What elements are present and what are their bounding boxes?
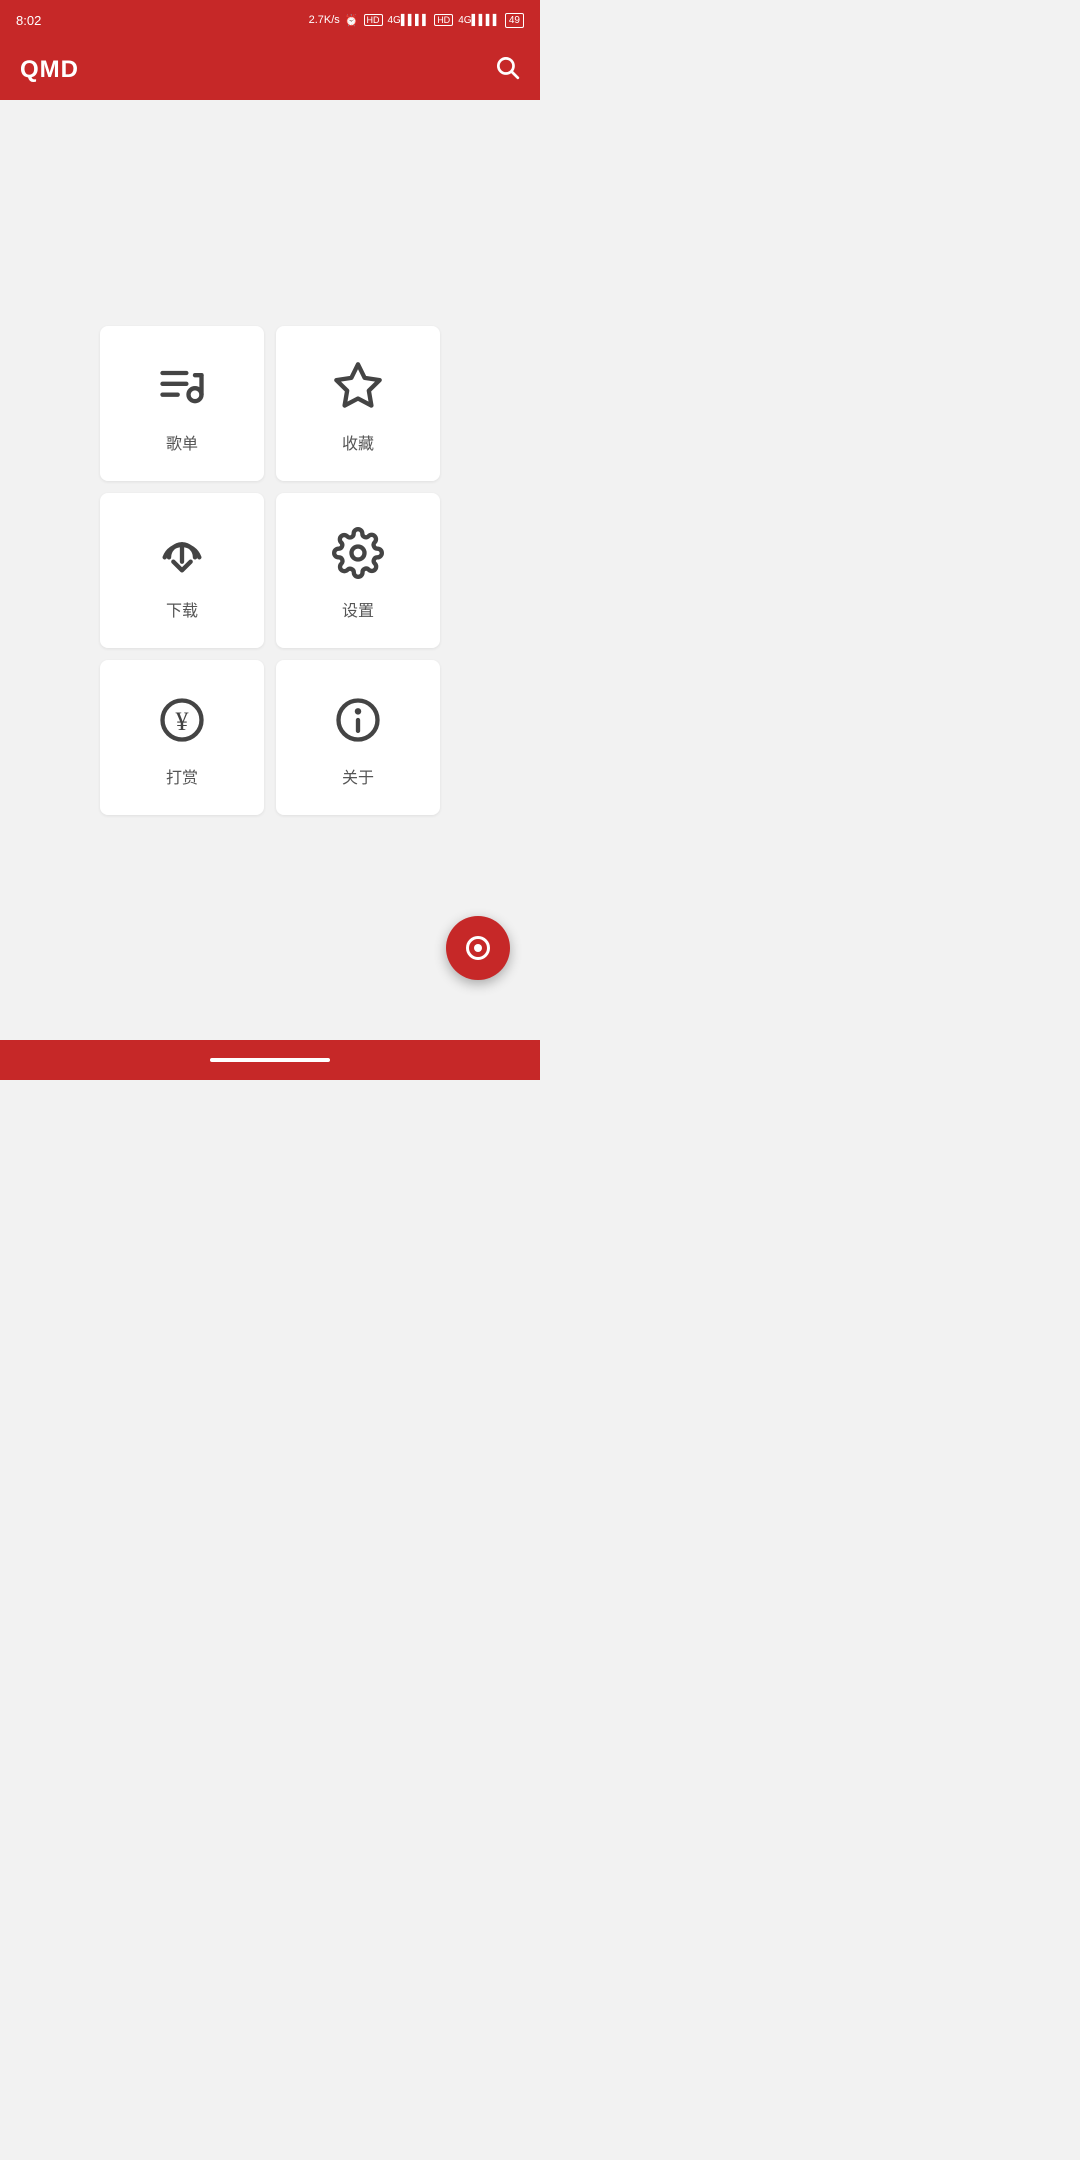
status-speed: 2.7K/s — [309, 14, 340, 26]
grid-item-download[interactable]: 下载 — [100, 493, 264, 648]
grid-item-about[interactable]: 关于 — [276, 660, 440, 815]
grid-item-settings[interactable]: 设置 — [276, 493, 440, 648]
yen-icon: ¥ — [154, 692, 210, 748]
settings-label: 设置 — [342, 597, 374, 621]
battery-indicator: 49 — [505, 13, 524, 28]
star-icon — [330, 358, 386, 414]
hd-badge-2: HD — [434, 14, 453, 26]
download-label: 下载 — [166, 597, 198, 621]
favorites-label: 收藏 — [342, 430, 374, 454]
search-button[interactable] — [494, 54, 520, 87]
status-bar: 8:02 2.7K/s ⏰ HD 4G▌▌▌▌ HD 4G▌▌▌▌ 49 — [0, 0, 540, 40]
grid-item-playlist[interactable]: 歌单 — [100, 326, 264, 481]
svg-text:¥: ¥ — [176, 707, 189, 736]
playlist-label: 歌单 — [166, 430, 198, 454]
signal-4g-1: 4G▌▌▌▌ — [388, 15, 430, 26]
fab-play-button[interactable] — [446, 916, 510, 980]
bottom-navigation-bar — [0, 1040, 540, 1080]
menu-grid: 歌单 收藏 — [100, 326, 440, 815]
tip-label: 打赏 — [166, 764, 198, 788]
grid-item-tip[interactable]: ¥ 打赏 — [100, 660, 264, 815]
grid-item-favorites[interactable]: 收藏 — [276, 326, 440, 481]
fab-inner — [466, 936, 490, 960]
home-indicator — [210, 1058, 330, 1062]
main-content: 歌单 收藏 — [0, 100, 540, 1040]
alarm-icon: ⏰ — [345, 14, 359, 27]
app-title: QMD — [20, 56, 79, 84]
fab-dot — [474, 944, 482, 952]
settings-icon — [330, 525, 386, 581]
about-label: 关于 — [342, 764, 374, 788]
hd-badge-1: HD — [364, 14, 383, 26]
info-icon — [330, 692, 386, 748]
app-header: QMD — [0, 40, 540, 100]
download-icon — [154, 525, 210, 581]
status-time: 8:02 — [16, 13, 41, 28]
status-right: 2.7K/s ⏰ HD 4G▌▌▌▌ HD 4G▌▌▌▌ 49 — [309, 13, 524, 28]
playlist-icon — [154, 358, 210, 414]
signal-4g-2: 4G▌▌▌▌ — [458, 15, 500, 26]
